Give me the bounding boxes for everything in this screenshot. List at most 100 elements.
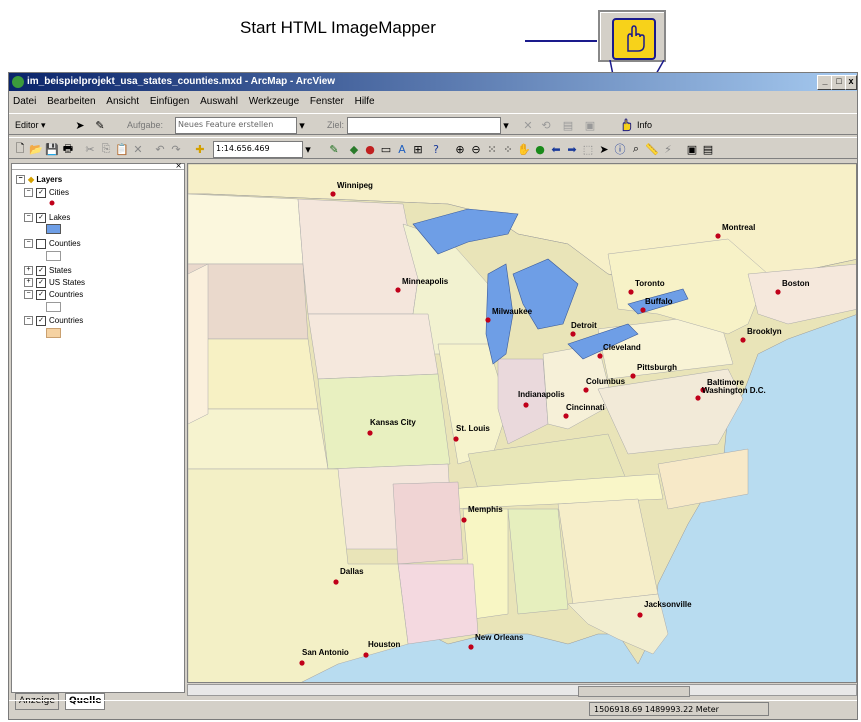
toc-layer-cities[interactable]: − ✓ Cities	[24, 187, 69, 198]
menu-fenster[interactable]: Fenster	[306, 93, 348, 107]
city-point[interactable]	[640, 307, 646, 313]
menu-hilfe[interactable]: Hilfe	[351, 93, 379, 107]
select-features-icon[interactable]: ⬚	[581, 142, 595, 156]
city-point[interactable]	[740, 337, 746, 343]
imagemapper-hand-icon[interactable]	[619, 118, 633, 132]
edit-pointer-icon[interactable]: ➤	[73, 118, 87, 132]
label-icon[interactable]: A	[395, 142, 409, 156]
target-dropdown-icon[interactable]: ▾	[499, 118, 513, 132]
zoom-out-icon[interactable]: ⊖	[469, 142, 483, 156]
toc-close-icon[interactable]: ×	[175, 161, 182, 170]
city-point[interactable]	[485, 317, 491, 323]
target-select[interactable]	[347, 117, 501, 134]
select-elements-icon[interactable]: ➤	[597, 142, 611, 156]
layer-checkbox[interactable]: ✓	[36, 277, 46, 288]
city-point[interactable]	[363, 652, 369, 658]
city-point[interactable]	[453, 436, 459, 442]
layer-checkbox[interactable]: ✓	[36, 315, 46, 326]
back-extent-icon[interactable]: ⬅	[549, 142, 563, 156]
city-point[interactable]	[715, 233, 721, 239]
city-point[interactable]	[583, 387, 589, 393]
city-point[interactable]	[630, 373, 636, 379]
collapse-icon[interactable]: −	[24, 213, 33, 223]
zoom-in-icon[interactable]: ⊕	[453, 142, 467, 156]
menu-ansicht[interactable]: Ansicht	[102, 93, 143, 107]
toc-root[interactable]: − ◆ Layers	[16, 174, 62, 185]
editor-toolbar-icon[interactable]: ✎	[327, 142, 341, 156]
toc-layer-counties[interactable]: − Counties	[24, 238, 81, 249]
city-point[interactable]	[523, 402, 529, 408]
layer-checkbox[interactable]: ✓	[36, 187, 46, 198]
fixed-zoom-in-icon[interactable]: ⁙	[485, 142, 499, 156]
menu-datei[interactable]: Datei	[9, 93, 40, 107]
paste-icon[interactable]: 📋	[115, 142, 129, 156]
city-point[interactable]	[628, 289, 634, 295]
info-button[interactable]: Info	[637, 117, 652, 133]
city-point[interactable]	[461, 517, 467, 523]
fixed-zoom-out-icon[interactable]: ⁘	[501, 142, 515, 156]
city-point[interactable]	[637, 612, 643, 618]
save-icon[interactable]: 💾	[45, 142, 59, 156]
city-point[interactable]	[333, 579, 339, 585]
task-select[interactable]: Neues Feature erstellen	[175, 117, 297, 134]
full-extent-icon[interactable]: ●	[533, 142, 547, 156]
measure-icon[interactable]: 📏	[645, 142, 659, 156]
menu-bearbeiten[interactable]: Bearbeiten	[43, 93, 99, 107]
window-toggle-icon[interactable]: ▭	[379, 142, 393, 156]
collapse-icon[interactable]: −	[24, 239, 33, 249]
undo-icon[interactable]: ↶	[153, 142, 167, 156]
attributes-icon[interactable]: ▤	[561, 118, 575, 132]
sketch-properties-icon[interactable]: ▣	[583, 118, 597, 132]
title-bar[interactable]: im_beispielprojekt_usa_states_counties.m…	[9, 73, 857, 91]
rotate-tool-icon[interactable]: ⟲	[539, 118, 553, 132]
collapse-icon[interactable]: −	[24, 188, 33, 198]
city-point[interactable]	[395, 287, 401, 293]
city-point[interactable]	[367, 430, 373, 436]
city-point[interactable]	[775, 289, 781, 295]
toc-layer-countries[interactable]: − ✓ Countries	[24, 289, 83, 300]
arctoolbox-icon[interactable]: ◆	[347, 142, 361, 156]
delete-icon[interactable]: ✕	[131, 142, 145, 156]
pan-icon[interactable]: ✋	[517, 142, 531, 156]
collapse-icon[interactable]: −	[16, 175, 25, 185]
editor-menu[interactable]: Editor ▾	[15, 117, 46, 133]
toc-layer-states[interactable]: + ✓ States	[24, 265, 72, 276]
whats-this-icon[interactable]: ?	[429, 142, 443, 156]
city-point[interactable]	[563, 413, 569, 419]
copy-icon[interactable]: ⎘	[99, 142, 113, 156]
sketch-pencil-icon[interactable]: ✎	[93, 118, 107, 132]
data-view-icon[interactable]: ▣	[685, 142, 699, 156]
add-data-icon[interactable]: ✚	[193, 142, 207, 156]
split-tool-icon[interactable]: ✕	[521, 118, 535, 132]
redo-icon[interactable]: ↷	[169, 142, 183, 156]
model-builder-icon[interactable]: ⊞	[411, 142, 425, 156]
city-point[interactable]	[695, 395, 701, 401]
collapse-icon[interactable]: −	[24, 316, 33, 326]
find-icon[interactable]: ⌕	[629, 142, 643, 156]
layer-checkbox[interactable]: ✓	[36, 289, 46, 300]
expand-icon[interactable]: +	[24, 266, 33, 276]
new-icon[interactable]: 🗋	[13, 142, 27, 156]
scrollbar-thumb[interactable]	[578, 686, 690, 697]
city-point[interactable]	[299, 660, 305, 666]
collapse-icon[interactable]: −	[24, 290, 33, 300]
scale-input[interactable]: 1:14.656.469	[213, 141, 303, 158]
city-point[interactable]	[330, 191, 336, 197]
forward-extent-icon[interactable]: ➡	[565, 142, 579, 156]
menu-einfuegen[interactable]: Einfügen	[146, 93, 193, 107]
open-icon[interactable]: 📂	[29, 142, 43, 156]
toc-layer-countries-2[interactable]: − ✓ Countries	[24, 315, 83, 326]
toc-layer-us-states[interactable]: + ✓ US States	[24, 277, 85, 288]
menu-werkzeuge[interactable]: Werkzeuge	[245, 93, 303, 107]
scale-dropdown-icon[interactable]: ▾	[301, 142, 315, 156]
city-point[interactable]	[597, 353, 603, 359]
imagemapper-callout-button[interactable]	[598, 10, 666, 62]
arccatalog-icon[interactable]: ●	[363, 142, 377, 156]
menu-auswahl[interactable]: Auswahl	[196, 93, 242, 107]
hyperlink-icon[interactable]: ⚡	[661, 142, 675, 156]
layer-checkbox[interactable]	[36, 238, 46, 249]
cut-icon[interactable]: ✂	[83, 142, 97, 156]
toc-layer-lakes[interactable]: − ✓ Lakes	[24, 212, 70, 223]
city-point[interactable]	[468, 644, 474, 650]
map-horizontal-scrollbar[interactable]	[187, 684, 857, 697]
